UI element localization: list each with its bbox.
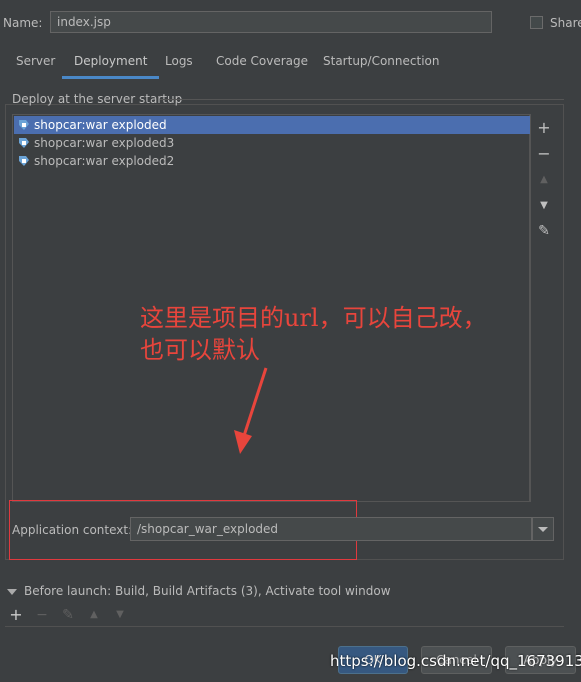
before-launch-title: Before launch: Build, Build Artifacts (3… (24, 584, 391, 598)
collapse-triangle-icon[interactable] (7, 589, 17, 595)
edit-pencil-icon[interactable]: ✎ (535, 222, 553, 240)
annotation-line-1: 这里是项目的url，可以自己改， (140, 304, 487, 332)
remove-icon[interactable]: − (535, 145, 553, 163)
artifact-icon (19, 120, 29, 130)
artifact-icon (19, 156, 29, 166)
app-context-input[interactable]: /shopcar_war_exploded (130, 517, 532, 541)
chevron-down-icon (538, 527, 548, 532)
deploy-group-title: Deploy at the server startup (12, 92, 183, 106)
edit-task-icon[interactable]: ✎ (60, 606, 76, 624)
add-icon[interactable]: + (535, 119, 553, 137)
list-item-label: shopcar:war exploded (34, 118, 167, 132)
tab-logs[interactable]: Logs (165, 52, 193, 76)
before-launch-divider (5, 626, 564, 627)
move-down-icon[interactable]: ▼ (535, 197, 553, 215)
tab-startup-connection[interactable]: Startup/Connection (323, 52, 439, 76)
move-task-down-icon[interactable]: ▼ (112, 606, 128, 624)
list-item[interactable]: shopcar:war exploded2 (14, 152, 530, 170)
group-divider (160, 99, 564, 100)
list-item-label: shopcar:war exploded3 (34, 136, 175, 150)
annotation-arrow-icon (234, 367, 268, 454)
list-item[interactable]: shopcar:war exploded3 (14, 134, 530, 152)
name-label: Name: (3, 16, 43, 30)
tab-bar: Server Deployment Logs Code Coverage Sta… (0, 52, 581, 79)
share-checkbox[interactable] (530, 16, 543, 29)
artifact-icon (19, 138, 29, 148)
remove-task-icon[interactable]: − (34, 606, 50, 624)
annotation-line-2: 也可以默认 (140, 336, 260, 364)
share-label: Share (550, 16, 581, 30)
list-item[interactable]: shopcar:war exploded (14, 116, 530, 134)
list-item-label: shopcar:war exploded2 (34, 154, 175, 168)
add-task-icon[interactable]: + (8, 606, 24, 624)
tab-server[interactable]: Server (16, 52, 55, 76)
app-context-dropdown[interactable] (532, 517, 554, 541)
annotation-text: 这里是项目的url，可以自己改， 也可以默认 (140, 302, 487, 366)
tab-code-coverage[interactable]: Code Coverage (216, 52, 308, 76)
watermark: https://blog.csdn.net/qq_16739131 (330, 652, 581, 670)
tab-deployment[interactable]: Deployment (62, 52, 160, 79)
app-context-label: Application context: (12, 523, 133, 537)
move-task-up-icon[interactable]: ▲ (86, 606, 102, 624)
name-input[interactable]: index.jsp (50, 11, 492, 33)
move-up-icon[interactable]: ▲ (535, 171, 553, 189)
